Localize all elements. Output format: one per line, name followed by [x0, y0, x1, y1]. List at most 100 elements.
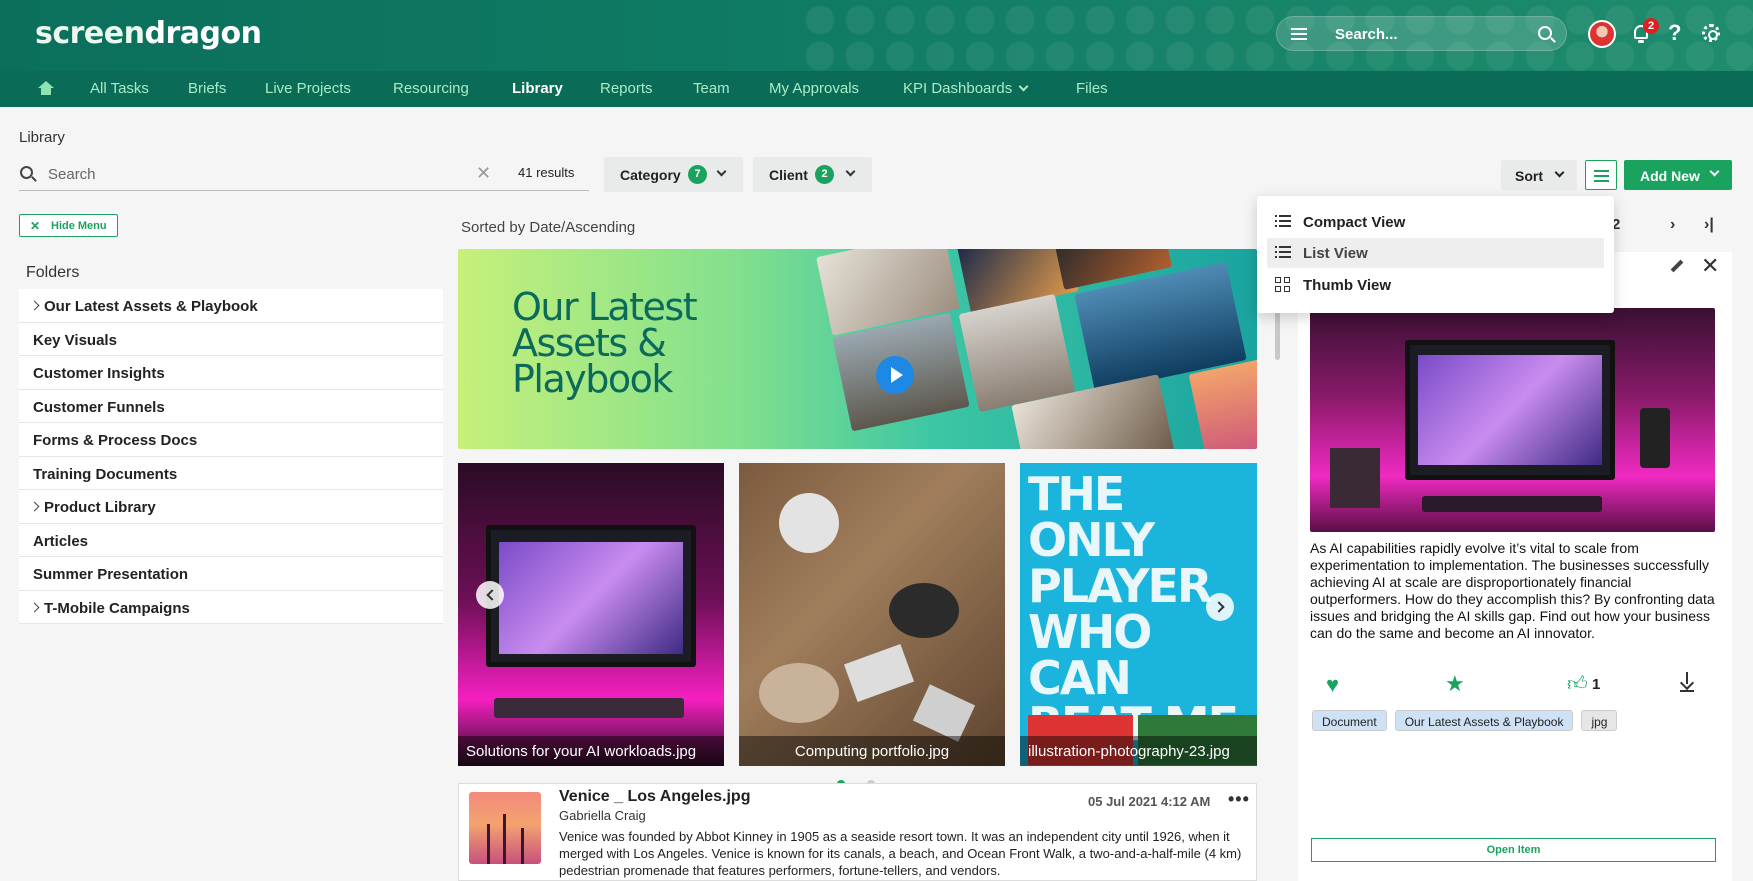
global-search-placeholder[interactable]: Search...	[1335, 26, 1398, 43]
nav-live-projects[interactable]: Live Projects	[265, 80, 351, 97]
grid-icon	[1275, 277, 1291, 293]
list-item[interactable]: Venice _ Los Angeles.jpg Gabriella Craig…	[458, 783, 1257, 881]
home-icon[interactable]	[38, 81, 54, 95]
thumbs-up-icon[interactable]: 👍︎	[1567, 672, 1588, 696]
nav-resourcing[interactable]: Resourcing	[393, 80, 469, 97]
gear-icon[interactable]	[1702, 24, 1720, 42]
nav-team[interactable]: Team	[693, 80, 730, 97]
logo-text-b: dragon	[144, 16, 262, 51]
chevron-right-icon[interactable]	[29, 602, 40, 612]
hamburger-icon[interactable]	[1291, 25, 1307, 41]
nav-kpi-dashboards[interactable]: KPI Dashboards	[903, 80, 1029, 97]
chevron-right-icon[interactable]	[29, 501, 40, 512]
view-menu: Compact View List View Thumb View	[1257, 196, 1614, 313]
library-search[interactable]: Search ✕	[19, 159, 589, 191]
tag-list: Document Our Latest Assets & Playbook jpg	[1312, 710, 1625, 731]
hide-menu-label: Hide Menu	[51, 220, 107, 232]
hide-menu-button[interactable]: ✕ Hide Menu	[19, 214, 118, 237]
client-filter-label: Client	[769, 167, 808, 183]
tag-document[interactable]: Document	[1312, 710, 1387, 731]
client-count-badge: 2	[815, 165, 834, 184]
library-search-input[interactable]: Search	[48, 166, 96, 183]
folder-item[interactable]: Summer Presentation	[19, 557, 443, 591]
open-item-button[interactable]: Open Item	[1311, 838, 1716, 862]
folders-heading: Folders	[26, 264, 80, 281]
category-filter[interactable]: Category 7	[604, 157, 743, 192]
chevron-right-icon[interactable]	[29, 300, 40, 311]
menu-item-list-view[interactable]: List View	[1267, 238, 1604, 268]
star-icon[interactable]: ★	[1445, 671, 1465, 697]
user-avatar[interactable]	[1588, 20, 1616, 48]
folder-item[interactable]: Articles	[19, 524, 443, 557]
folder-name: Key Visuals	[33, 331, 117, 349]
folder-item[interactable]: Key Visuals	[19, 323, 443, 356]
sort-button[interactable]: Sort	[1501, 160, 1577, 190]
global-search[interactable]: Search...	[1276, 16, 1567, 51]
more-options-icon[interactable]: •••	[1228, 789, 1250, 810]
app-logo[interactable]: screendragon	[35, 16, 262, 51]
folder-name: Summer Presentation	[33, 566, 189, 583]
category-filter-label: Category	[620, 167, 681, 183]
folder-item[interactable]: Training Documents	[19, 457, 443, 490]
folder-item[interactable]: Customer Funnels	[19, 390, 443, 423]
menu-item-label: Compact View	[1303, 214, 1406, 231]
main-nav: All Tasks Briefs Live Projects Resourcin…	[0, 71, 1753, 107]
folder-name: Product Library	[44, 499, 156, 516]
last-page-icon[interactable]: ›|	[1704, 216, 1714, 234]
chevron-down-icon	[845, 166, 856, 177]
clear-search-icon[interactable]: ✕	[476, 163, 491, 184]
search-icon[interactable]	[1538, 26, 1552, 40]
add-new-button[interactable]: Add New	[1624, 160, 1732, 190]
client-filter[interactable]: Client 2	[753, 157, 872, 192]
thumbnail-caption: illustration-photography-23.jpg	[1020, 736, 1257, 766]
asset-thumbnail[interactable]: Computing portfolio.jpg	[739, 463, 1005, 766]
menu-item-compact-view[interactable]: Compact View	[1267, 207, 1604, 237]
carousel-prev-button[interactable]	[476, 581, 504, 609]
nav-reports[interactable]: Reports	[600, 80, 653, 97]
folder-item[interactable]: Customer Insights	[19, 356, 443, 390]
edit-icon[interactable]	[1670, 259, 1684, 273]
download-icon[interactable]	[1680, 672, 1694, 692]
asset-thumbnail[interactable]: THE ONLY PLAYER WHO CAN BEAT ME illustra…	[1020, 463, 1257, 766]
nav-kpi-label: KPI Dashboards	[903, 80, 1013, 97]
play-icon[interactable]	[876, 356, 914, 394]
category-count-badge: 7	[688, 165, 707, 184]
nav-library[interactable]: Library	[512, 80, 563, 97]
tag-folder[interactable]: Our Latest Assets & Playbook	[1394, 710, 1574, 731]
nav-my-approvals[interactable]: My Approvals	[769, 80, 859, 97]
menu-item-thumb-view[interactable]: Thumb View	[1267, 270, 1604, 300]
close-icon[interactable]: ✕	[1701, 253, 1719, 279]
help-icon[interactable]: ?	[1668, 20, 1681, 46]
app-header: screendragon Search... 2 ?	[0, 0, 1753, 71]
folder-name: T-Mobile Campaigns	[44, 599, 190, 617]
view-toggle-button[interactable]	[1585, 160, 1617, 190]
asset-thumbnail[interactable]: Solutions for your AI workloads.jpg	[458, 463, 724, 766]
folder-item[interactable]: T-Mobile Campaigns	[19, 591, 443, 624]
folder-item[interactable]: Forms & Process Docs	[19, 423, 443, 457]
detail-preview-image[interactable]	[1310, 308, 1715, 532]
chevron-down-icon	[716, 166, 727, 177]
list-item-name[interactable]: Venice _ Los Angeles.jpg	[559, 788, 750, 806]
folder-list: Our Latest Assets & Playbook Key Visuals…	[19, 289, 443, 624]
nav-briefs[interactable]: Briefs	[188, 80, 226, 97]
menu-item-label: List View	[1303, 245, 1368, 262]
nav-all-tasks[interactable]: All Tasks	[90, 80, 149, 97]
list-item-author: Gabriella Craig	[559, 808, 646, 823]
carousel-next-button[interactable]	[1206, 593, 1234, 621]
list-icon	[1275, 246, 1291, 260]
nav-files[interactable]: Files	[1076, 80, 1108, 97]
add-new-label: Add New	[1640, 168, 1700, 184]
banner-title: Our Latest Assets & Playbook	[512, 285, 698, 401]
featured-banner[interactable]: Our Latest Assets & Playbook	[458, 249, 1257, 449]
folder-item[interactable]: Product Library	[19, 490, 443, 524]
detail-actions: ♥ ★ 👍︎ 1	[1310, 671, 1715, 698]
next-page-icon[interactable]: ›	[1670, 216, 1675, 234]
folder-item[interactable]: Our Latest Assets & Playbook	[19, 289, 443, 323]
list-item-thumbnail	[469, 792, 541, 864]
folder-name: Forms & Process Docs	[33, 432, 198, 449]
tag-filetype[interactable]: jpg	[1581, 710, 1618, 731]
heart-icon[interactable]: ♥	[1326, 672, 1339, 698]
search-icon	[20, 166, 33, 179]
folder-name: Customer Funnels	[33, 398, 165, 416]
folder-name: Our Latest Assets & Playbook	[44, 298, 258, 315]
